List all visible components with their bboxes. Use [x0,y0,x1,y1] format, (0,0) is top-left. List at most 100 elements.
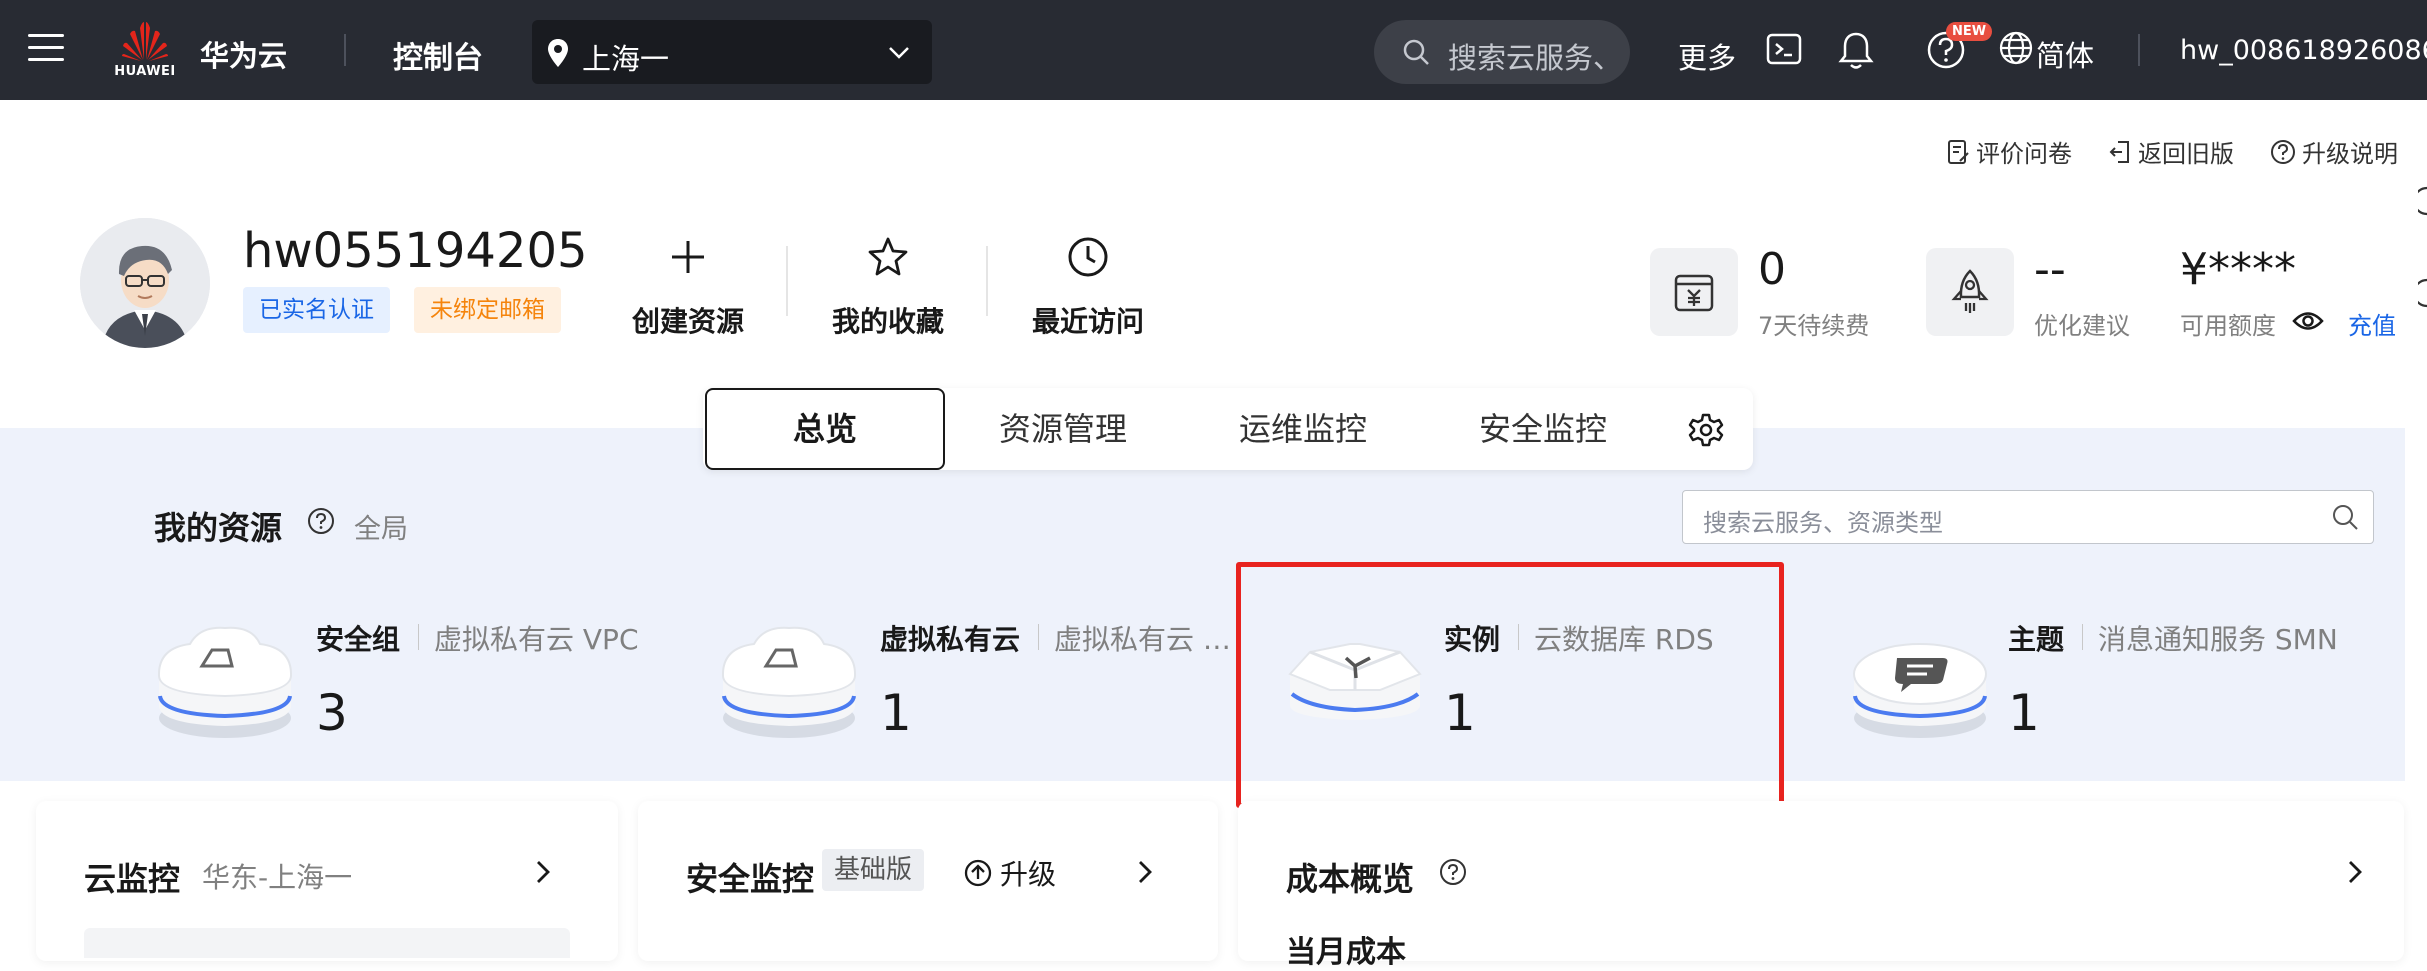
resource-card-service: 虚拟私有云 VPC [434,623,639,656]
global-search-placeholder: 搜索云服务、 [1448,41,1618,75]
old-version-link[interactable]: 返回旧版 [2108,134,2234,169]
bell-icon[interactable] [1838,30,1874,70]
tab-resource-management[interactable]: 资源管理 [963,388,1163,470]
divider [2138,34,2140,66]
region-selector[interactable]: 上海一 [532,20,932,84]
tab-security-monitoring[interactable]: 安全监控 [1443,388,1643,470]
language-selector[interactable]: 简体 [2036,33,2094,75]
cloud-monitor-title[interactable]: 云监控 [84,854,180,900]
divider [1038,624,1039,650]
recent-visits-label: 最近访问 [1031,305,1144,338]
optimize-label: 优化建议 [2034,312,2130,340]
username: hw055194205 [243,223,588,279]
location-pin-icon [548,39,568,67]
gear-icon[interactable] [1688,412,1724,448]
recent-visits-button[interactable]: 最近访问 [1003,226,1173,340]
brand-name[interactable]: 华为云 [200,33,287,75]
resource-card-name: 主题 [2008,623,2065,656]
help-circle-icon[interactable] [306,506,336,536]
current-month-cost-label: 当月成本 [1286,935,1406,970]
favorites-button[interactable]: 我的收藏 [803,226,973,340]
survey-link[interactable]: 评价问卷 [1946,134,2072,169]
rocket-icon [1951,269,1989,313]
resource-search-placeholder: 搜索云服务、资源类型 [1703,509,1943,537]
highlight-box [1236,562,1784,808]
huawei-logo[interactable]: HUAWEI [112,20,178,82]
menu-icon[interactable] [28,34,64,64]
side-tool-icon[interactable] [2418,186,2427,216]
cost-overview-card: 成本概览 当月成本 [1238,801,2404,970]
divider [986,246,988,316]
resource-search-input[interactable]: 搜索云服务、资源类型 [1682,490,2374,544]
global-search-input[interactable]: 搜索云服务、 [1374,20,1630,84]
upgrade-arrow-icon [964,859,992,887]
upgrade-label: 升级 [1000,858,1057,891]
eye-icon[interactable] [2292,308,2324,334]
search-icon [1403,39,1429,65]
resource-card-count: 1 [880,684,912,742]
chevron-right-icon[interactable] [2346,859,2364,885]
chevron-right-icon[interactable] [1136,859,1154,885]
overview-tabs: 总览 资源管理 运维监控 安全监控 [703,388,1753,470]
resource-card-service: 消息通知服务 SMN [2098,623,2338,656]
new-badge: NEW [1946,22,1993,41]
security-monitor-title[interactable]: 安全监控 [686,854,814,900]
divider [418,624,419,650]
search-icon [2333,505,2358,530]
resources-scope[interactable]: 全局 [354,507,408,546]
create-resource-label: 创建资源 [631,305,744,338]
resource-card-count: 3 [316,684,348,742]
favorites-label: 我的收藏 [831,305,944,338]
resource-card-count: 1 [2008,684,2040,742]
upgrade-button[interactable]: 升级 [964,853,1056,893]
plus-icon [672,241,704,273]
avatar[interactable] [80,218,210,348]
old-version-label: 返回旧版 [2138,140,2234,168]
star-icon [868,237,908,276]
upgrade-notes-label: 升级说明 [2302,140,2398,168]
survey-label: 评价问卷 [1976,140,2072,168]
security-group-icon [157,626,293,738]
side-tool-icon[interactable] [2418,278,2427,308]
email-unbound-badge[interactable]: 未绑定邮箱 [414,287,561,333]
help-circle-icon [2271,139,2295,164]
cloud-monitor-card: 云监控 华东-上海一 [36,801,618,961]
renewal-icon [1674,274,1714,312]
console-link[interactable]: 控制台 [393,33,483,77]
user-account-menu[interactable]: hw_0086189260867 [2180,35,2427,66]
user-avatar-illustration [80,218,210,348]
cost-overview-title[interactable]: 成本概览 [1286,854,1414,900]
huawei-flower-icon [122,22,168,61]
survey-icon [1948,139,1969,164]
tab-ops-monitoring[interactable]: 运维监控 [1203,388,1403,470]
cloud-monitor-content [84,928,570,958]
create-resource-button[interactable]: 创建资源 [603,226,773,340]
region-label: 上海一 [582,42,670,76]
smn-topic-icon [1853,643,1987,738]
top-nav-bar: HUAWEI 华为云 控制台 上海一 搜索云服务、 更多 NEW 简体 hw_0… [0,0,2427,100]
cloud-monitor-region: 华东-上海一 [202,861,353,894]
renewal-stat-icon-box[interactable] [1650,248,1738,336]
resource-card-name: 安全组 [316,623,401,656]
chevron-right-icon[interactable] [534,859,552,885]
edition-tag: 基础版 [822,849,925,891]
huawei-logo-text: HUAWEI [114,64,176,79]
upgrade-notes-link[interactable]: 升级说明 [2270,134,2398,169]
chevron-down-icon [889,47,909,59]
resource-card-service: 虚拟私有云 … [1054,623,1231,656]
cloud-shell-icon[interactable] [1765,30,1803,68]
recharge-link[interactable]: 充值 [2348,306,2396,341]
renewal-count[interactable]: 0 [1758,244,1786,295]
optimize-value[interactable]: -- [2034,244,2066,295]
balance-value: ¥**** [2180,244,2296,295]
tab-overview[interactable]: 总览 [705,388,945,470]
my-resources-title: 我的资源 [154,509,283,547]
divider [2082,624,2083,650]
optimize-stat-icon-box[interactable] [1926,248,2014,336]
more-menu[interactable]: 更多 [1678,35,1736,77]
clock-icon [1068,237,1108,277]
verified-badge[interactable]: 已实名认证 [243,287,390,333]
globe-icon[interactable] [1998,30,2034,66]
help-circle-icon[interactable] [1438,857,1468,887]
balance-label: 可用额度 [2180,312,2276,340]
